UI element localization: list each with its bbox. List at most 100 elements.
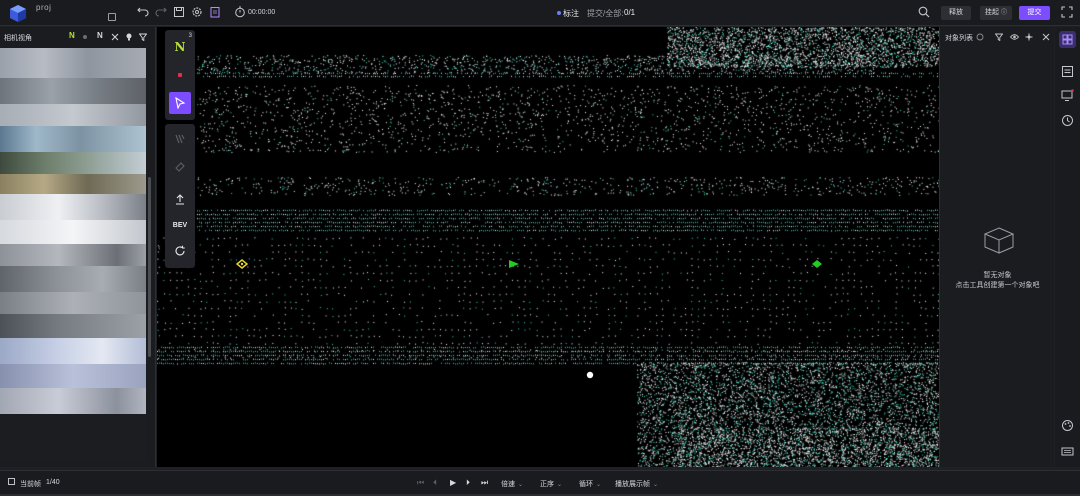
timer-icon	[235, 6, 245, 18]
object-list-title: 对象列表	[945, 35, 973, 42]
camera-thumbnail[interactable]	[0, 104, 146, 126]
current-frame-label: 当前帧	[20, 481, 41, 488]
cuboid-icon	[175, 134, 185, 144]
mode-indicator	[557, 11, 561, 15]
thumbnail-scrollbar[interactable]	[148, 177, 151, 357]
point-cloud-canvas[interactable]	[157, 27, 939, 467]
keyboard-icon[interactable]	[1061, 445, 1074, 458]
object-marker-green[interactable]	[508, 259, 520, 269]
camera-thumbnail[interactable]	[0, 414, 146, 461]
ego-vehicle-icon	[586, 371, 594, 379]
monitor-icon[interactable]	[1061, 89, 1074, 102]
order-select[interactable]: 正序 ⌄	[540, 479, 562, 489]
upload-tool[interactable]	[169, 188, 191, 210]
camera-thumbnail[interactable]	[0, 338, 146, 364]
settings-icon[interactable]	[191, 6, 203, 18]
chevron-down-icon: ⌄	[596, 482, 602, 488]
right-rail	[1055, 27, 1080, 467]
point-cloud-viewport[interactable]	[157, 27, 939, 467]
frame-count: 1/40	[46, 479, 60, 486]
bev-label: BEV	[172, 221, 188, 229]
reset-view-tool[interactable]	[169, 240, 191, 262]
loop-select[interactable]: 循环 ⌄	[579, 479, 601, 489]
order-label: 正序	[540, 481, 554, 488]
first-frame-icon[interactable]: ⏮	[417, 478, 424, 488]
select-tool[interactable]	[169, 92, 191, 114]
app-logo-icon	[10, 5, 26, 22]
prev-frame-icon[interactable]: ⏴	[433, 478, 437, 488]
cuboid-tool[interactable]	[169, 128, 191, 150]
bev-tool[interactable]: BEV	[169, 214, 191, 236]
upload-icon	[176, 194, 184, 205]
history-icon[interactable]	[1061, 114, 1074, 127]
redo-icon[interactable]	[155, 6, 167, 18]
camera-view-panel: 相机视角 N N	[0, 27, 156, 467]
fullscreen-icon[interactable]	[1061, 6, 1073, 18]
empty-state-hint: 点击工具创建第一个对象吧	[955, 282, 1040, 289]
refresh-icon	[175, 245, 185, 256]
search-icon[interactable]	[918, 6, 930, 18]
north-tool-count: 3	[188, 33, 192, 39]
north-toggle-icon[interactable]: N	[97, 31, 105, 40]
grid-icon[interactable]	[1059, 31, 1076, 48]
info-icon: ⓘ	[1000, 10, 1007, 16]
camera-thumbnail[interactable]	[0, 314, 146, 338]
camera-thumbnail[interactable]	[0, 152, 146, 174]
settings-icon[interactable]	[976, 33, 984, 41]
camera-thumbnail-list[interactable]	[0, 48, 146, 465]
top-bar: proj 00:00:00 标注 提交/全部: 0/1 释放 挂起 ⓘ 提交	[0, 0, 1080, 26]
cursor-icon[interactable]	[1025, 33, 1033, 41]
empty-state-title: 暂无对象	[983, 272, 1012, 279]
speed-label: 倍速	[501, 481, 515, 488]
display-frame-select[interactable]: 播放展示帧 ⌄	[615, 479, 658, 489]
last-frame-icon[interactable]: ⏭	[481, 478, 488, 488]
submit-button[interactable]: 提交	[1019, 6, 1050, 20]
eye-icon[interactable]	[1010, 33, 1019, 41]
point-icon	[178, 73, 182, 77]
palette-icon[interactable]	[1061, 419, 1074, 432]
object-marker-yellow[interactable]	[236, 259, 248, 269]
display-frame-label: 播放展示帧	[615, 481, 650, 488]
camera-thumbnail[interactable]	[0, 220, 146, 244]
camera-thumbnail[interactable]	[0, 194, 146, 220]
project-name: proj	[36, 3, 52, 12]
clipboard-icon[interactable]	[209, 6, 221, 18]
camera-thumbnail[interactable]	[0, 292, 146, 314]
camera-thumbnail[interactable]	[0, 174, 146, 194]
north-tool[interactable]: N 3	[169, 33, 192, 58]
point-tool[interactable]	[169, 64, 191, 86]
collapse-left-panel-icon[interactable]: ‹	[158, 243, 161, 252]
undo-icon[interactable]	[137, 6, 149, 18]
north-filter-icon[interactable]: N	[69, 31, 75, 40]
polygon-tool[interactable]	[169, 156, 191, 178]
expand-view-icon[interactable]	[919, 32, 931, 44]
list-icon[interactable]	[1061, 65, 1074, 78]
camera-thumbnail[interactable]	[0, 126, 146, 152]
camera-thumbnail[interactable]	[0, 364, 146, 388]
close-icon[interactable]	[1042, 33, 1050, 41]
polygon-icon	[175, 162, 185, 172]
camera-thumbnail[interactable]	[0, 48, 146, 78]
filter-icon[interactable]	[995, 33, 1003, 41]
filter-icon[interactable]	[139, 33, 147, 41]
next-frame-icon[interactable]: ⏵	[466, 478, 470, 488]
suspend-button[interactable]: 挂起 ⓘ	[980, 6, 1012, 20]
empty-box-icon	[983, 227, 1015, 254]
speed-select[interactable]: 倍速 ⌄	[501, 479, 523, 489]
release-button[interactable]: 释放	[941, 6, 971, 20]
bulb-icon[interactable]	[125, 33, 133, 41]
pin-icon[interactable]	[111, 33, 119, 41]
frame-icon	[8, 478, 15, 485]
submit-progress-count: 0/1	[624, 8, 636, 17]
cursor-icon	[175, 97, 186, 109]
play-icon[interactable]: ▶	[450, 478, 456, 487]
camera-thumbnail[interactable]	[0, 78, 146, 104]
copy-icon[interactable]	[108, 13, 116, 21]
dot-icon[interactable]	[83, 35, 87, 39]
object-marker-green[interactable]	[811, 259, 823, 269]
camera-thumbnail[interactable]	[0, 388, 146, 414]
camera-thumbnail[interactable]	[0, 244, 146, 266]
camera-thumbnail[interactable]	[0, 266, 146, 292]
save-icon[interactable]	[173, 6, 185, 18]
tool-group-primary: N 3	[165, 30, 195, 120]
